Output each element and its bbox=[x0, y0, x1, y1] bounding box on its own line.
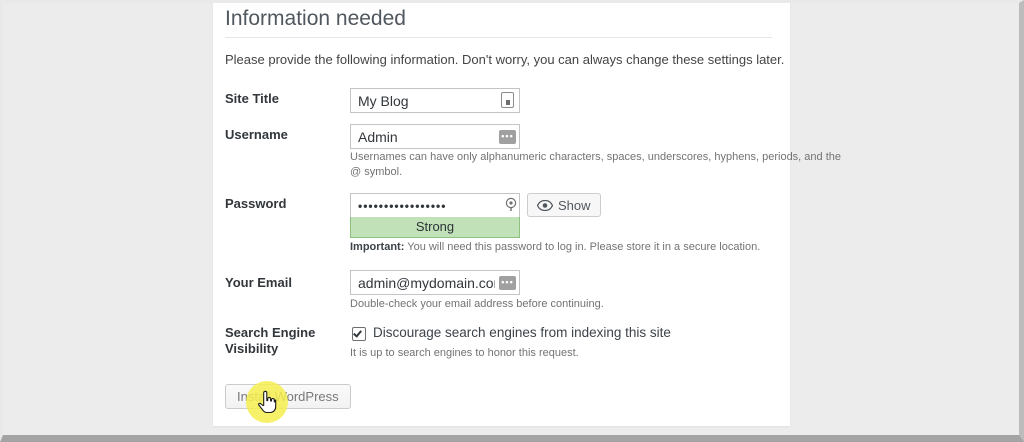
password-strength-meter: Strong bbox=[350, 217, 520, 238]
setup-panel: Information needed Please provide the fo… bbox=[213, 3, 790, 426]
autofill-dots-icon[interactable]: ••• bbox=[499, 130, 516, 144]
password-important-note: Important: You will need this password t… bbox=[350, 240, 780, 255]
eye-icon bbox=[537, 200, 553, 211]
site-title-input[interactable] bbox=[350, 88, 520, 113]
intro-text: Please provide the following information… bbox=[225, 52, 784, 67]
text-suggestion-icon[interactable] bbox=[501, 92, 514, 108]
important-text: You will need this password to log in. P… bbox=[404, 241, 760, 253]
search-visibility-label-line2: Visibility bbox=[225, 341, 278, 356]
show-password-button[interactable]: Show bbox=[527, 193, 601, 217]
username-help: Usernames can have only alphanumeric cha… bbox=[350, 150, 855, 180]
important-label: Important: bbox=[350, 241, 404, 253]
search-visibility-label-line1: Search Engine bbox=[225, 325, 315, 340]
show-password-label: Show bbox=[558, 198, 591, 213]
password-label: Password bbox=[225, 196, 345, 212]
email-input[interactable] bbox=[350, 270, 520, 295]
username-input[interactable] bbox=[350, 124, 520, 149]
site-title-label: Site Title bbox=[225, 91, 345, 107]
email-label: Your Email bbox=[225, 275, 345, 291]
search-visibility-help: It is up to search engines to honor this… bbox=[350, 346, 780, 361]
autofill-dots-icon[interactable]: ••• bbox=[499, 276, 516, 290]
password-input[interactable] bbox=[350, 193, 520, 218]
page-title: Information needed bbox=[225, 7, 406, 31]
username-label: Username bbox=[225, 127, 345, 143]
discourage-indexing-label: Discourage search engines from indexing … bbox=[373, 325, 671, 340]
email-help: Double-check your email address before c… bbox=[350, 297, 780, 312]
title-divider bbox=[225, 37, 772, 38]
password-reveal-icon[interactable] bbox=[504, 197, 518, 213]
discourage-indexing-checkbox[interactable] bbox=[352, 327, 366, 341]
install-wordpress-button[interactable]: Install WordPress bbox=[225, 384, 351, 409]
checkmark-icon bbox=[353, 328, 362, 337]
browser-viewport: Information needed Please provide the fo… bbox=[0, 0, 1024, 442]
search-visibility-label: Search Engine Visibility bbox=[225, 325, 345, 357]
